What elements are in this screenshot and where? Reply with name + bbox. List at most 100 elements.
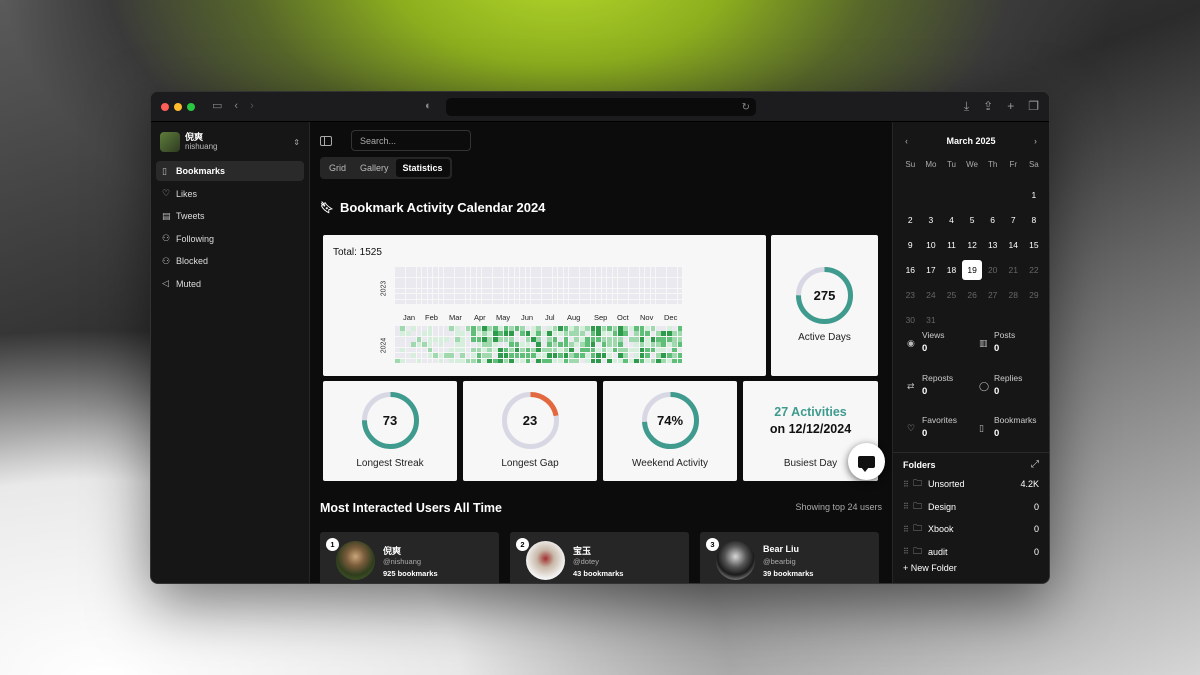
heatmap-cell bbox=[541, 294, 547, 299]
user-card[interactable]: 2 宝玉 @dotey 43 bookmarks bbox=[510, 532, 689, 583]
panel-toggle-icon[interactable] bbox=[320, 135, 332, 146]
reload-icon[interactable]: ↻ bbox=[742, 102, 750, 113]
heatmap-cell bbox=[503, 272, 509, 278]
sidebar-item-following[interactable]: ⚇ Following bbox=[156, 229, 304, 249]
new-folder-button[interactable]: + New Folder bbox=[903, 563, 957, 573]
calendar-day[interactable]: 25 bbox=[941, 285, 961, 305]
calendar-day[interactable]: 17 bbox=[921, 260, 941, 280]
tab-statistics[interactable]: Statistics bbox=[395, 159, 450, 177]
heatmap-cell bbox=[465, 283, 471, 288]
address-bar[interactable]: ↻ bbox=[446, 98, 756, 116]
calendar-day[interactable]: 18 bbox=[941, 260, 961, 280]
calendar-day[interactable]: 27 bbox=[983, 285, 1003, 305]
heatmap-cell bbox=[601, 342, 607, 347]
heatmap-cell bbox=[672, 342, 677, 347]
total-count: Total: 1525 bbox=[333, 247, 382, 258]
account-switcher[interactable]: 倪爽 nishuang ⇕ bbox=[156, 131, 304, 153]
calendar-day[interactable]: 4 bbox=[941, 210, 961, 230]
heatmap-cell bbox=[612, 347, 618, 353]
heatmap-cell bbox=[400, 353, 406, 358]
heatmap-cell bbox=[666, 299, 672, 305]
drag-handle-icon[interactable]: ⠿ bbox=[903, 525, 913, 534]
calendar-day[interactable]: 2 bbox=[900, 210, 920, 230]
folder-item[interactable]: ⠿ 🗀︎ Xbook 0 bbox=[903, 522, 1039, 536]
chat-button[interactable] bbox=[848, 443, 885, 480]
heatmap-cell bbox=[476, 299, 482, 305]
user-handle: @nishuang bbox=[383, 557, 422, 566]
folder-item[interactable]: ⠿ 🗀︎ Design 0 bbox=[903, 500, 1039, 514]
heatmap-cell bbox=[596, 277, 601, 283]
metric-label: Views bbox=[922, 330, 945, 340]
calendar-day[interactable]: 15 bbox=[1024, 235, 1044, 255]
calendar-day[interactable]: 6 bbox=[983, 210, 1003, 230]
minimize-window-button[interactable] bbox=[174, 102, 182, 111]
heatmap-cell bbox=[509, 336, 514, 342]
calendar-day[interactable]: 12 bbox=[962, 235, 982, 255]
heatmap-cell bbox=[395, 299, 400, 305]
heatmap-cell bbox=[656, 299, 661, 305]
drag-handle-icon[interactable]: ⠿ bbox=[903, 480, 913, 489]
calendar-day[interactable]: 10 bbox=[921, 235, 941, 255]
heatmap-cell bbox=[579, 277, 585, 283]
sidebar-toggle-icon[interactable]: ▭ bbox=[212, 101, 222, 112]
heatmap-cell bbox=[645, 358, 650, 364]
calendar-day[interactable]: 11 bbox=[941, 235, 961, 255]
forward-icon[interactable]: › bbox=[250, 101, 254, 112]
calendar-day[interactable]: 13 bbox=[983, 235, 1003, 255]
calendar-day[interactable]: 8 bbox=[1024, 210, 1044, 230]
heatmap-cell bbox=[612, 358, 618, 364]
sidebar-item-bookmarks[interactable]: ▯ Bookmarks bbox=[156, 161, 304, 181]
user-card[interactable]: 3 Bear Liu @bearbig 39 bookmarks bbox=[700, 532, 879, 583]
calendar-day[interactable]: 31 bbox=[921, 310, 941, 330]
heatmap-cell bbox=[607, 358, 612, 364]
drag-handle-icon[interactable]: ⠿ bbox=[903, 547, 913, 556]
calendar-day[interactable]: 23 bbox=[900, 285, 920, 305]
search-input[interactable] bbox=[351, 130, 471, 151]
folder-item[interactable]: ⠿ 🗀︎ Unsorted 4.2K bbox=[903, 477, 1039, 491]
calendar-day[interactable]: 28 bbox=[1003, 285, 1023, 305]
calendar-day[interactable]: 24 bbox=[921, 285, 941, 305]
user-card[interactable]: 1 倪爽 @nishuang 925 bookmarks bbox=[320, 532, 499, 583]
calendar-day[interactable]: 26 bbox=[962, 285, 982, 305]
tab-grid[interactable]: Grid bbox=[322, 159, 353, 177]
close-window-button[interactable] bbox=[161, 102, 169, 111]
back-icon[interactable]: ‹ bbox=[234, 101, 238, 112]
heatmap-cell bbox=[416, 336, 422, 342]
chevron-updown-icon[interactable]: ⇕ bbox=[293, 138, 300, 147]
calendar-day[interactable]: 5 bbox=[962, 210, 982, 230]
sidebar-item-likes[interactable]: ♡ Likes bbox=[156, 184, 304, 204]
calendar-day[interactable]: 30 bbox=[900, 310, 920, 330]
heatmap-cell bbox=[503, 342, 509, 347]
calendar-day[interactable]: 29 bbox=[1024, 285, 1044, 305]
expand-icon[interactable]: ⤢ bbox=[1031, 459, 1039, 470]
calendar-day[interactable]: 20 bbox=[983, 260, 1003, 280]
sidebar-item-blocked[interactable]: ⚇ Blocked bbox=[156, 251, 304, 271]
tabs-overview-icon[interactable]: ❐ bbox=[1028, 99, 1039, 114]
calendar-day[interactable]: 7 bbox=[1003, 210, 1023, 230]
download-icon[interactable]: ⤓ bbox=[964, 99, 969, 114]
sidebar-item-muted[interactable]: ◁ Muted bbox=[156, 274, 304, 294]
share-icon[interactable]: ⇪ bbox=[983, 99, 993, 114]
calendar-day[interactable]: 14 bbox=[1003, 235, 1023, 255]
prev-month-icon[interactable]: ‹ bbox=[905, 136, 908, 146]
calendar-day[interactable]: 16 bbox=[900, 260, 920, 280]
privacy-shield-icon[interactable]: ◐ bbox=[425, 101, 432, 112]
calendar-day[interactable]: 1 bbox=[1024, 185, 1044, 205]
drag-handle-icon[interactable]: ⠿ bbox=[903, 502, 913, 511]
new-tab-icon[interactable]: + bbox=[1007, 99, 1014, 114]
calendar-day[interactable]: 9 bbox=[900, 235, 920, 255]
folder-item[interactable]: ⠿ 🗀︎ audit 0 bbox=[903, 545, 1039, 559]
next-month-icon[interactable]: › bbox=[1034, 136, 1037, 146]
user-handle: nishuang bbox=[185, 142, 218, 151]
calendar-day[interactable]: 22 bbox=[1024, 260, 1044, 280]
calendar-day[interactable]: 3 bbox=[921, 210, 941, 230]
heatmap-cell bbox=[400, 358, 406, 364]
heatmap-cell bbox=[574, 342, 580, 347]
heatmap-cell bbox=[400, 267, 406, 272]
calendar-day[interactable]: 19 bbox=[962, 260, 983, 280]
sidebar-item-tweets[interactable]: ▤ Tweets bbox=[156, 206, 304, 226]
tab-gallery[interactable]: Gallery bbox=[353, 159, 396, 177]
calendar-day[interactable]: 21 bbox=[1003, 260, 1023, 280]
heatmap-cell bbox=[476, 288, 482, 294]
zoom-window-button[interactable] bbox=[187, 102, 195, 111]
